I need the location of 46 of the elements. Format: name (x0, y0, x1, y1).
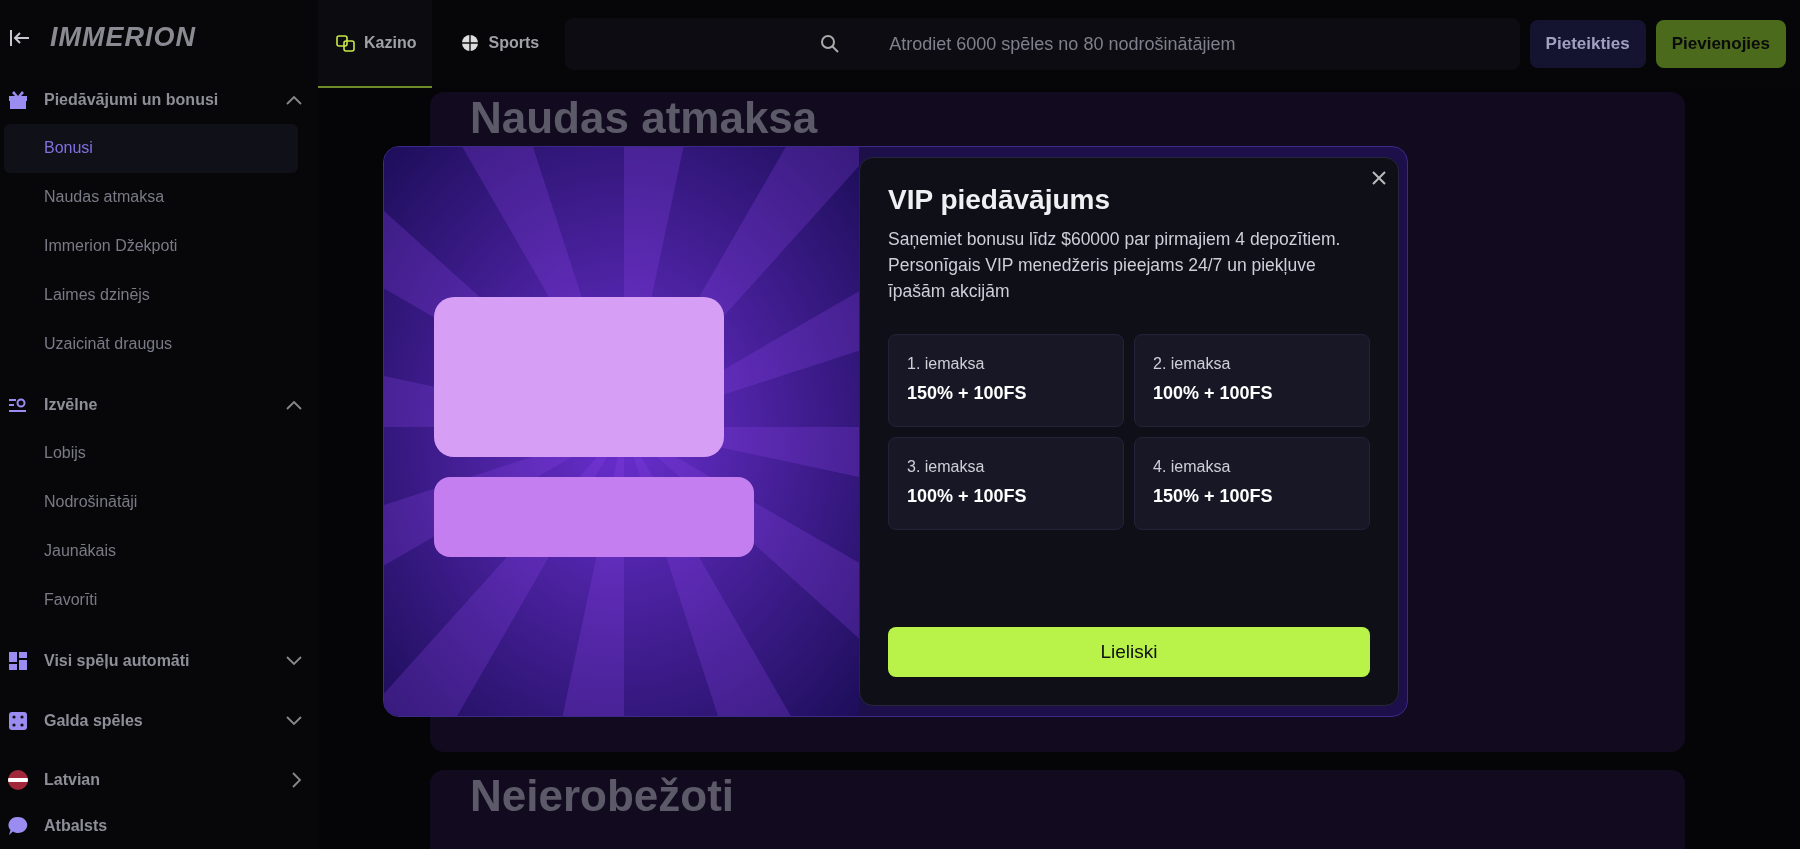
sidebar-item[interactable]: Jaunākais (4, 526, 298, 576)
deposit-label: 1. iemaksa (907, 355, 986, 373)
grid-icon (8, 650, 28, 671)
confirm-button[interactable]: Lieliski (888, 627, 1370, 677)
deposit-label: 4. iemaksa (1153, 458, 1232, 476)
sidebar-item[interactable]: Favorīti (4, 575, 298, 625)
sidebar-item[interactable]: Lobijs (4, 428, 298, 478)
chevron-icon (286, 715, 302, 726)
logo[interactable]: IMMERION (50, 22, 196, 54)
card-heading: Neierobežoti (470, 771, 736, 821)
nav-tab[interactable]: Kazino (318, 0, 433, 88)
login-button[interactable]: Pieteikties (1529, 20, 1646, 68)
deposit-bonus: 150% + 100FS (907, 383, 1028, 404)
close-icon (1371, 170, 1387, 186)
chevron-icon (286, 94, 302, 105)
sidebar-item[interactable]: Naudas atmaksa (4, 172, 298, 222)
sidebar-item[interactable]: Laimes dzinējs (4, 270, 298, 320)
deposit-label: 2. iemaksa (1153, 355, 1232, 373)
search-icon (820, 34, 841, 54)
deposit-label: 3. iemaksa (907, 458, 986, 476)
support-link[interactable]: Atbalsts (4, 802, 308, 849)
section-header[interactable]: Galda spēles (4, 696, 308, 745)
section-header[interactable]: Izvēlne (4, 380, 308, 429)
modal-title: VIP piedāvājums (888, 184, 1112, 216)
chevron-icon (292, 771, 302, 788)
chevron-icon (286, 655, 302, 666)
language-selector[interactable]: Latvian (4, 756, 308, 803)
section-header[interactable]: Piedāvājumi un bonusi (4, 75, 308, 124)
deposit-bonus: 100% + 100FS (1153, 383, 1274, 404)
chevron-icon (286, 399, 302, 410)
deposit-bonus: 100% + 100FS (907, 486, 1028, 507)
deposit-bonus: 150% + 100FS (1153, 486, 1274, 507)
flag-icon (8, 769, 28, 790)
sidebar-item[interactable]: Nodrošinātāji (4, 477, 298, 527)
nav-tab[interactable]: Sports (442, 0, 556, 88)
ball-icon (460, 33, 481, 53)
search-field[interactable]: Atrodiet 6000 spēles no 80 nodrošinātājiem (565, 18, 1520, 70)
section-header[interactable]: Visi spēļu automāti (4, 636, 308, 685)
chat-icon (8, 815, 28, 836)
modal-description: Saņemiet bonusu līdz $60000 par pirmajiem 4 depozītiem. Personīgais VIP menedžeris pieejams 24/7 un piekļuve īpašām akcijām (888, 228, 1342, 303)
sidebar-item[interactable]: Uzaicināt draugus (4, 319, 298, 369)
sidebar-item[interactable]: Bonusi (4, 123, 298, 173)
gift-icon (8, 89, 28, 110)
join-button[interactable]: Pievienojies (1655, 20, 1786, 68)
card-heading: Naudas atmaksa (470, 93, 819, 143)
sidebar-item[interactable]: Immerion Džekpoti (4, 221, 298, 271)
